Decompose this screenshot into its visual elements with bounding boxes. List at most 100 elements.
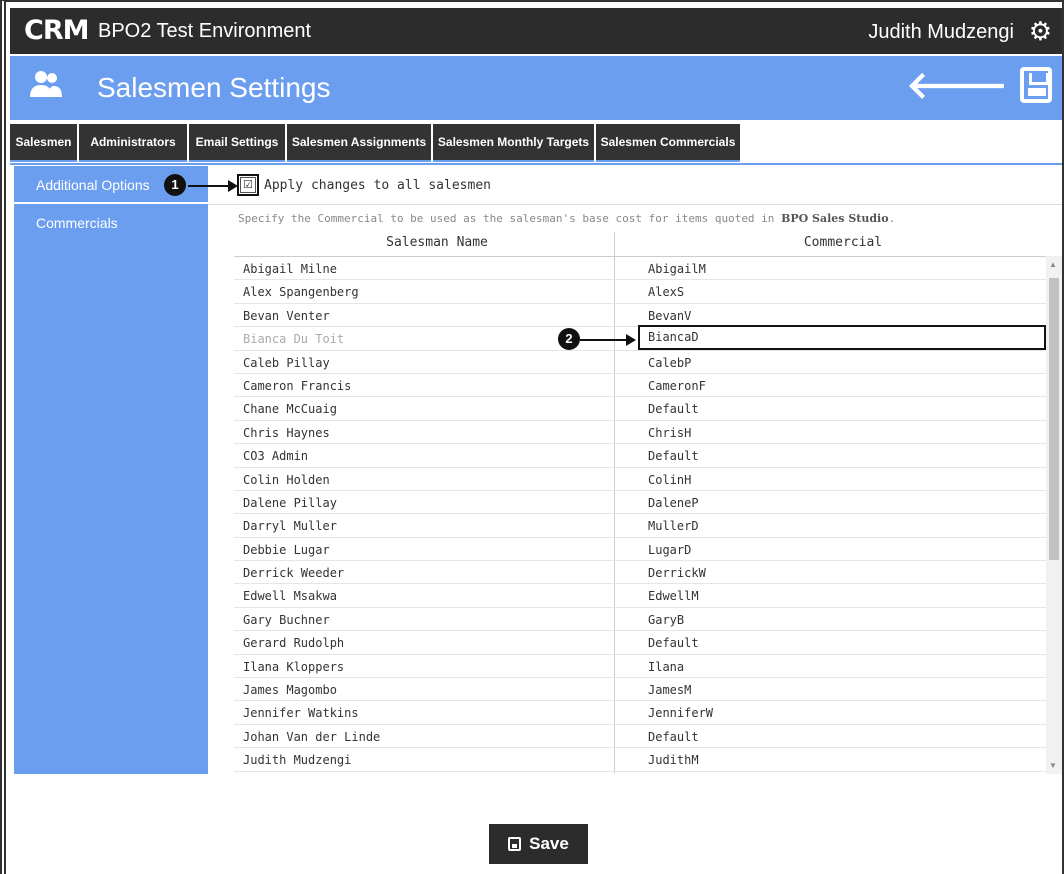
commercial-cell[interactable]: ColinH (648, 473, 691, 487)
save-button-label: Save (529, 834, 569, 853)
salesman-name-cell: Abigail Milne (243, 262, 337, 276)
tab-salesmen[interactable]: Salesmen (10, 124, 77, 162)
table-row[interactable]: Bianca Du Toit BiancaD (234, 325, 1046, 351)
callout-arrow-2 (580, 339, 628, 341)
salesman-name-cell: Ilana Kloppers (243, 659, 345, 674)
commercial-cell[interactable]: MullerD (648, 519, 699, 533)
tab-underline (10, 163, 1062, 165)
commercial-cell[interactable]: JenniferW (648, 706, 713, 720)
salesman-name-cell: Debbie Lugar (243, 542, 330, 557)
commercial-cell[interactable]: JudithM (648, 753, 699, 767)
tab-bar: Salesmen Administrators Email Settings S… (10, 124, 1062, 164)
table-scrollbar[interactable]: ▲ ▼ (1046, 256, 1062, 774)
table-row[interactable]: Gary Buchner GaryB (234, 608, 1046, 632)
table-row[interactable]: Abigail Milne AbigailM (234, 257, 1046, 281)
scrollbar-thumb[interactable] (1049, 278, 1059, 560)
commercial-cell[interactable]: LugarD (648, 543, 691, 557)
sidebar: Additional Options Commercials (14, 166, 208, 774)
table-row[interactable]: James Magombo JamesM (234, 678, 1046, 702)
commercials-description: Specify the Commercial to be used as the… (238, 212, 896, 225)
table-row[interactable]: Caleb Pillay CalebP (234, 351, 1046, 374)
table-header: Salesman Name Commercial (234, 230, 1046, 257)
environment-name: BPO2 Test Environment (98, 20, 312, 42)
commercial-cell[interactable]: CameronF (648, 379, 706, 393)
callout-badge-1: 1 (164, 174, 186, 196)
commercial-cell[interactable]: EdwellM (648, 589, 699, 603)
commercial-cell[interactable]: ChrisH (648, 426, 691, 440)
options-row: ☑ Apply changes to all salesmen (208, 166, 1062, 205)
salesman-name-cell: Johan Van der Linde (243, 729, 381, 744)
arrow-left-icon[interactable]: 🡐 (906, 66, 1008, 106)
salesman-name-cell: Chris Haynes (243, 425, 330, 440)
table-row[interactable]: Bevan Venter BevanV (234, 304, 1046, 328)
commercial-cell[interactable]: DerrickW (648, 566, 706, 580)
crm-logo: CRM (24, 15, 89, 46)
tab-email-settings[interactable]: Email Settings (189, 124, 285, 162)
top-bar: CRM BPO2 Test Environment Judith Mudzeng… (10, 8, 1062, 54)
commercial-cell[interactable]: GaryB (648, 613, 684, 627)
salesman-name-cell: Chane McCuaig (243, 402, 337, 417)
table-row[interactable]: Johan Van der Linde Default (234, 725, 1046, 749)
main-content: ☑ Apply changes to all salesmen Specify … (208, 166, 1062, 774)
table-row[interactable]: Colin Holden ColinH (234, 468, 1046, 491)
table-row[interactable]: Judith Mudzengi JudithM (234, 748, 1046, 772)
salesman-name-cell: Bevan Venter (243, 308, 330, 323)
save-button[interactable]: Save (489, 824, 588, 864)
commercial-cell[interactable]: BevanV (648, 309, 691, 323)
callout-badge-2: 2 (558, 328, 580, 350)
sidebar-item-commercials[interactable]: Commercials (14, 204, 208, 242)
salesman-name-cell: Judith Mudzengi (243, 753, 352, 768)
table-row[interactable]: Darryl Muller MullerD (234, 514, 1046, 538)
user-name[interactable]: Judith Mudzengi (868, 21, 1014, 44)
table-row[interactable]: CO3 Admin Default (234, 444, 1046, 468)
table-row[interactable]: Ilana Kloppers Ilana (234, 655, 1046, 679)
table-row[interactable]: Chane McCuaig Default (234, 397, 1046, 421)
commercial-cell[interactable]: DaleneP (648, 496, 699, 510)
page-title: Salesmen Settings (97, 72, 331, 103)
table-row[interactable]: Chris Haynes ChrisH (234, 421, 1046, 445)
users-icon (30, 69, 62, 107)
commercial-cell[interactable]: Default (648, 730, 699, 744)
tab-salesmen-monthly-targets[interactable]: Salesmen Monthly Targets (433, 124, 594, 162)
commercial-cell[interactable]: JamesM (648, 683, 691, 697)
table-row[interactable]: Debbie Lugar LugarD (234, 538, 1046, 562)
table-row[interactable]: Alex Spangenberg AlexS (234, 280, 1046, 304)
commercial-cell[interactable]: AlexS (648, 285, 684, 299)
tab-salesmen-assignments[interactable]: Salesmen Assignments (287, 124, 431, 162)
table-row[interactable]: Edwell Msakwa EdwellM (234, 584, 1046, 608)
commercial-cell[interactable]: Default (648, 402, 699, 416)
callout-arrow-1 (188, 185, 230, 187)
commercial-cell[interactable]: Default (648, 449, 699, 463)
salesman-name-cell: Gary Buchner (243, 612, 330, 627)
salesman-name-cell: Jennifer Watkins (243, 706, 359, 721)
table-row[interactable]: Jennifer Watkins JenniferW (234, 701, 1046, 725)
table-row[interactable]: Gerard Rudolph Default (234, 631, 1046, 655)
scroll-up-icon[interactable]: ▲ (1049, 260, 1057, 269)
apply-all-label[interactable]: Apply changes to all salesmen (264, 178, 491, 193)
apply-all-checkbox[interactable]: ☑ (237, 174, 259, 196)
salesman-name-cell: Derrick Weeder (243, 566, 345, 581)
salesman-name-cell: James Magombo (243, 683, 337, 698)
page-header: Salesmen Settings 🡐 (10, 56, 1062, 120)
commercial-cell[interactable]: AbigailM (648, 262, 706, 276)
column-header-commercial: Commercial (803, 235, 883, 250)
salesman-name-cell: Darryl Muller (243, 519, 337, 534)
tab-salesmen-commercials[interactable]: Salesmen Commercials (596, 124, 740, 162)
column-header-salesman-name: Salesman Name (386, 235, 488, 250)
floppy-disk-icon[interactable] (1020, 67, 1052, 103)
salesman-name-cell: Cameron Francis (243, 378, 352, 393)
commercial-cell[interactable]: BiancaD (638, 325, 1046, 351)
tab-administrators[interactable]: Administrators (79, 124, 187, 162)
scroll-down-icon[interactable]: ▼ (1049, 761, 1057, 770)
salesman-name-cell: Colin Holden (243, 472, 330, 487)
table-row[interactable]: Derrick Weeder DerrickW (234, 561, 1046, 585)
gear-icon[interactable]: ⚙ (1029, 17, 1052, 45)
commercial-cell[interactable]: Ilana (648, 660, 684, 674)
commercial-cell[interactable]: Default (648, 636, 699, 650)
callout-arrowhead-1 (228, 180, 238, 192)
commercial-cell[interactable]: CalebP (648, 356, 691, 370)
table-row[interactable]: Cameron Francis CameronF (234, 374, 1046, 398)
salesman-name-cell: Gerard Rudolph (243, 636, 345, 651)
salesman-name-cell: CO3 Admin (243, 449, 309, 464)
table-row[interactable]: Dalene Pillay DaleneP (234, 491, 1046, 515)
